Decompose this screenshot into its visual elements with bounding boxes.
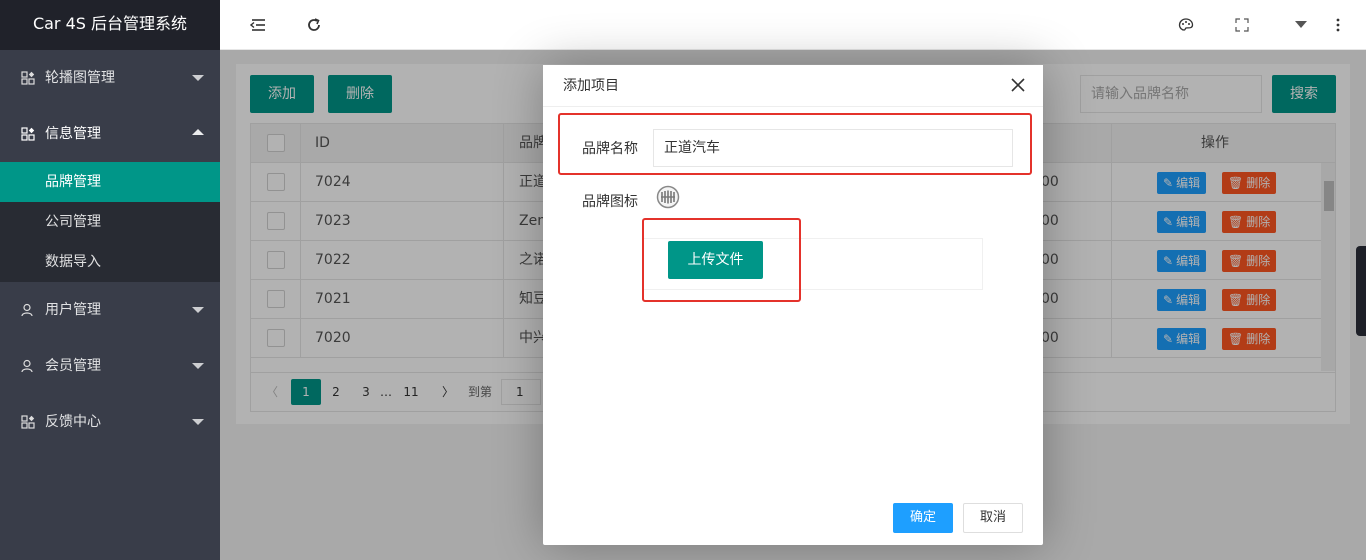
user-icon [20, 282, 36, 338]
refresh-icon[interactable] [304, 0, 324, 50]
brand-logo-icon [656, 185, 680, 209]
app-title: Car 4S 后台管理系统 [0, 0, 220, 50]
close-icon[interactable] [1011, 78, 1027, 94]
grid-icon [20, 394, 36, 450]
confirm-button[interactable]: 确定 [893, 503, 953, 533]
brand-name-input[interactable]: 正道汽车 [653, 129, 1013, 167]
grid-icon [20, 50, 36, 106]
cancel-button[interactable]: 取消 [963, 503, 1023, 533]
sidebar-item-label: 会员管理 [45, 358, 101, 374]
sidebar-item-import[interactable]: 数据导入 [0, 242, 220, 282]
sidebar-item-label: 反馈中心 [45, 414, 101, 430]
upload-file-button[interactable]: 上传文件 [668, 241, 763, 279]
sidebar-item-users[interactable]: 用户管理 [0, 282, 220, 338]
brand-name-label: 品牌名称 [582, 141, 638, 157]
chevron-down-icon [192, 75, 204, 81]
sidebar: Car 4S 后台管理系统 轮播图管理 信息管理 品牌管理 公司管理 数据导入 … [0, 0, 220, 560]
sidebar-item-label: 信息管理 [45, 126, 101, 142]
sidebar-item-members[interactable]: 会员管理 [0, 338, 220, 394]
more-vertical-icon[interactable] [1332, 0, 1344, 50]
dialog-title: 添加项目 [543, 65, 1043, 107]
sidebar-item-company[interactable]: 公司管理 [0, 202, 220, 242]
theme-palette-icon[interactable] [1176, 0, 1196, 50]
top-header [220, 0, 1366, 50]
sidebar-item-info[interactable]: 信息管理 [0, 106, 220, 162]
sidebar-item-label: 用户管理 [45, 302, 101, 318]
chevron-down-icon [192, 363, 204, 369]
grid-icon [20, 106, 36, 162]
sidebar-item-feedback[interactable]: 反馈中心 [0, 394, 220, 450]
chevron-down-icon [192, 419, 204, 425]
chevron-down-icon[interactable] [1293, 0, 1309, 50]
brand-icon-label: 品牌图标 [582, 194, 638, 210]
chevron-up-icon [192, 129, 204, 135]
sidebar-item-label: 轮播图管理 [45, 70, 115, 86]
user-icon [20, 338, 36, 394]
sidebar-subnav: 品牌管理 公司管理 数据导入 [0, 162, 220, 282]
sidebar-item-brand[interactable]: 品牌管理 [0, 162, 220, 202]
add-item-dialog: 添加项目 品牌名称 正道汽车 品牌图标 上传文件 确定 取消 [543, 65, 1043, 545]
chevron-down-icon [192, 307, 204, 313]
fullscreen-icon[interactable] [1232, 0, 1252, 50]
sidebar-item-carousel[interactable]: 轮播图管理 [0, 50, 220, 106]
collapse-menu-icon[interactable] [248, 0, 268, 50]
